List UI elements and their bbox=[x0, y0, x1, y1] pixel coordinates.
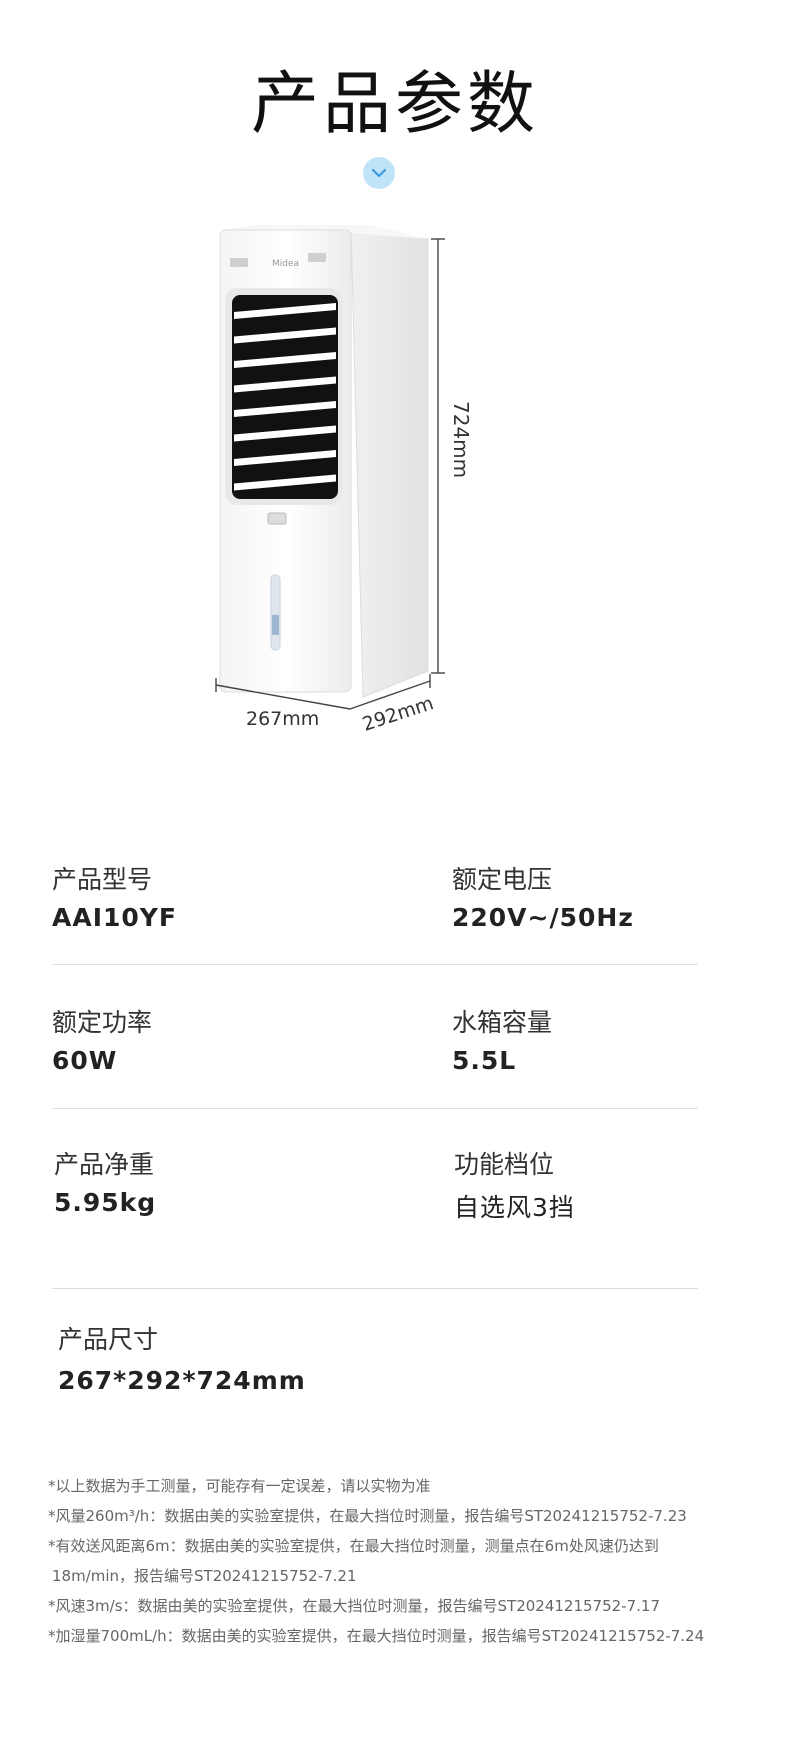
divider bbox=[52, 1108, 698, 1109]
spec-value-tank: 5.5L bbox=[452, 1046, 517, 1075]
spec-value-gears: 自选风3挡 bbox=[454, 1193, 575, 1222]
spec-label-size: 产品尺寸 bbox=[58, 1325, 159, 1354]
spec-label-power: 额定功率 bbox=[52, 1008, 153, 1037]
page-title: 产品参数 bbox=[250, 65, 539, 144]
footnote: *风速3m/s：数据由美的实验室提供，在最大挡位时测量，报告编号ST202412… bbox=[48, 1597, 660, 1615]
spec-value-model: AAI10YF bbox=[52, 903, 177, 932]
spec-value-power: 60W bbox=[52, 1046, 118, 1075]
footnote: *有效送风距离6m：数据由美的实验室提供，在最大挡位时测量，测量点在6m处风速仍… bbox=[48, 1537, 659, 1555]
height-label: 724mm bbox=[449, 401, 473, 478]
divider bbox=[52, 1288, 698, 1289]
depth-label: 292mm bbox=[360, 692, 437, 736]
chevron-down-icon[interactable] bbox=[363, 157, 395, 189]
brand-logo: Midea bbox=[272, 259, 299, 269]
spec-label-voltage: 额定电压 bbox=[452, 865, 553, 894]
spec-label-model: 产品型号 bbox=[52, 865, 153, 894]
footnote: *以上数据为手工测量，可能存有一定误差，请以实物为准 bbox=[48, 1477, 431, 1495]
spec-value-weight: 5.95kg bbox=[54, 1188, 157, 1217]
footnote: *加湿量700mL/h：数据由美的实验室提供，在最大挡位时测量，报告编号ST20… bbox=[48, 1627, 705, 1645]
spec-value-voltage: 220V~/50Hz bbox=[452, 903, 634, 932]
footnote: 18m/min，报告编号ST20241215752-7.21 bbox=[52, 1567, 357, 1585]
spec-label-tank: 水箱容量 bbox=[452, 1008, 553, 1037]
spec-value-size: 267*292*724mm bbox=[58, 1366, 306, 1395]
spec-label-weight: 产品净重 bbox=[54, 1150, 155, 1179]
product-image: Midea 724mm 267mm 292mm bbox=[215, 225, 473, 736]
footnote: *风量260m³/h：数据由美的实验室提供，在最大挡位时测量，报告编号ST202… bbox=[48, 1507, 687, 1525]
width-label: 267mm bbox=[246, 708, 319, 730]
spec-label-gears: 功能档位 bbox=[454, 1150, 555, 1179]
divider bbox=[52, 964, 698, 965]
